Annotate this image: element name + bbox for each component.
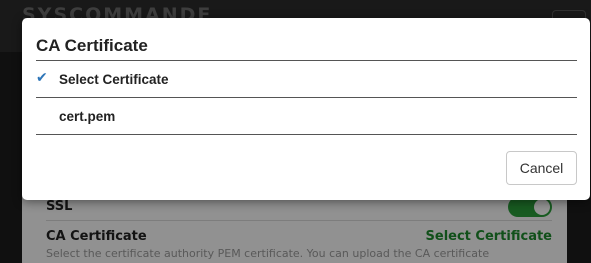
modal-title: CA Certificate bbox=[36, 36, 148, 55]
option-cert-pem[interactable]: cert.pem bbox=[36, 98, 577, 135]
option-label: Select Certificate bbox=[59, 72, 169, 87]
checkmark-icon: ✔ bbox=[36, 70, 48, 86]
option-label: cert.pem bbox=[59, 109, 116, 124]
cancel-button[interactable]: Cancel bbox=[506, 151, 577, 185]
divider bbox=[36, 134, 577, 135]
ca-certificate-modal: CA Certificate ✔ Select Certificate cert… bbox=[22, 18, 590, 200]
option-select-certificate[interactable]: ✔ Select Certificate bbox=[36, 61, 577, 98]
